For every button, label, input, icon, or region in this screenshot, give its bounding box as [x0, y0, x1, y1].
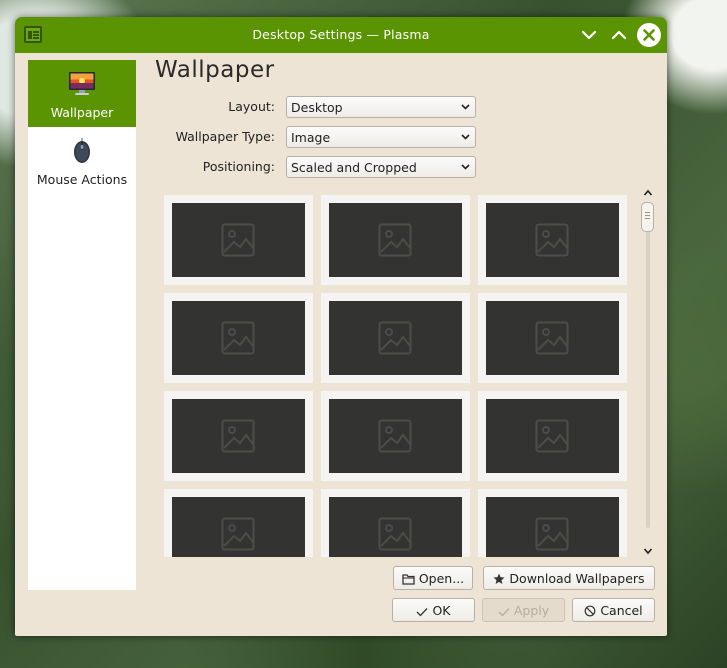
checkmark-icon	[498, 608, 510, 617]
layout-label: Layout:	[228, 99, 275, 114]
chevron-up-icon[interactable]	[643, 188, 653, 198]
image-icon	[378, 419, 412, 453]
scroll-thumb[interactable]	[641, 202, 654, 232]
image-icon	[535, 321, 569, 355]
download-wallpapers-button[interactable]: Download Wallpapers	[483, 566, 655, 590]
image-placeholder	[486, 497, 619, 557]
image-icon	[535, 517, 569, 551]
wallpaper-thumbnail[interactable]	[164, 489, 313, 557]
positioning-value: Scaled and Cropped	[291, 160, 417, 175]
wallpaper-type-label: Wallpaper Type:	[175, 129, 275, 144]
download-label: Download Wallpapers	[509, 571, 645, 586]
image-placeholder	[486, 301, 619, 375]
image-icon	[221, 223, 255, 257]
scroll-track[interactable]	[646, 206, 650, 528]
wallpaper-type-value: Image	[291, 130, 331, 145]
close-icon	[643, 29, 655, 41]
cancel-button[interactable]: Cancel	[572, 598, 655, 622]
image-icon	[221, 517, 255, 551]
wallpaper-type-combo[interactable]: Image	[286, 126, 476, 148]
settings-window: Desktop Settings — Plasma Wallpaper Mous…	[15, 17, 667, 636]
image-placeholder	[329, 203, 462, 277]
star-icon	[493, 573, 505, 584]
image-placeholder	[172, 399, 305, 473]
wallpaper-grid[interactable]	[164, 195, 628, 557]
image-placeholder	[486, 399, 619, 473]
wallpaper-thumbnail[interactable]	[164, 195, 313, 285]
wallpaper-thumbnail[interactable]	[164, 391, 313, 481]
apply-button[interactable]: Apply	[482, 598, 565, 622]
image-icon	[221, 321, 255, 355]
wallpaper-thumbnail[interactable]	[478, 489, 627, 557]
cancel-icon	[584, 605, 596, 617]
ok-button[interactable]: OK	[392, 598, 475, 622]
wallpaper-thumbnail[interactable]	[478, 293, 627, 383]
chevron-up-icon	[611, 30, 627, 40]
folder-icon	[402, 574, 415, 585]
chevron-down-icon	[461, 164, 470, 170]
close-button[interactable]	[637, 23, 661, 47]
image-icon	[378, 321, 412, 355]
layout-value: Desktop	[291, 100, 343, 115]
image-placeholder	[486, 203, 619, 277]
image-placeholder	[172, 203, 305, 277]
positioning-combo[interactable]: Scaled and Cropped	[286, 156, 476, 178]
wallpaper-thumbnail[interactable]	[478, 195, 627, 285]
image-icon	[378, 517, 412, 551]
image-placeholder	[329, 497, 462, 557]
title-bar[interactable]: Desktop Settings — Plasma	[15, 17, 667, 53]
image-placeholder	[329, 301, 462, 375]
layout-combo[interactable]: Desktop	[286, 96, 476, 118]
sidebar-item-label: Mouse Actions	[36, 172, 128, 187]
wallpaper-thumbnail[interactable]	[164, 293, 313, 383]
maximize-button[interactable]	[609, 25, 629, 45]
sidebar-item-wallpaper[interactable]: Wallpaper	[28, 60, 136, 127]
image-icon	[378, 223, 412, 257]
ok-label: OK	[432, 603, 451, 618]
apply-label: Apply	[513, 603, 550, 618]
chevron-down-icon	[461, 104, 470, 110]
open-button[interactable]: Open...	[393, 566, 473, 590]
wallpaper-icon	[69, 72, 95, 95]
wallpaper-thumbnail[interactable]	[478, 391, 627, 481]
wallpaper-thumbnail[interactable]	[321, 391, 470, 481]
chevron-down-icon	[581, 30, 597, 40]
positioning-label: Positioning:	[202, 159, 275, 174]
cancel-label: Cancel	[600, 603, 643, 618]
minimize-button[interactable]	[579, 25, 599, 45]
page-title: Wallpaper	[155, 57, 275, 83]
open-label: Open...	[418, 571, 465, 586]
image-icon	[535, 419, 569, 453]
image-placeholder	[172, 497, 305, 557]
checkmark-icon	[417, 608, 428, 617]
image-placeholder	[329, 399, 462, 473]
wallpaper-thumbnail[interactable]	[321, 293, 470, 383]
wallpaper-thumbnail[interactable]	[321, 489, 470, 557]
chevron-down-icon	[461, 134, 470, 140]
wallpaper-thumbnail[interactable]	[321, 195, 470, 285]
image-icon	[535, 223, 569, 257]
image-placeholder	[172, 301, 305, 375]
image-icon	[221, 419, 255, 453]
chevron-down-icon[interactable]	[643, 546, 653, 556]
wallpaper-scrollbar[interactable]	[641, 184, 655, 560]
window-title: Desktop Settings — Plasma	[252, 27, 430, 42]
